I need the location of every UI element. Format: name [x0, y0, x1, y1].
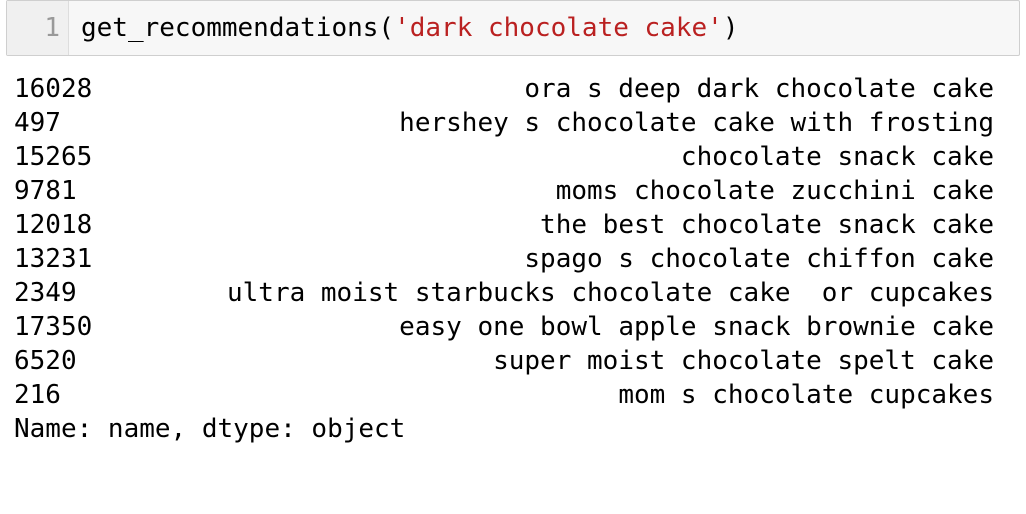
cell-output: 16028 ora s deep dark chocolate cake 497… [14, 72, 994, 446]
row-value: moms chocolate zucchini cake [555, 176, 994, 206]
series-row: 12018 the best chocolate snack cake [14, 208, 994, 242]
code-input-cell[interactable]: 1 get_recommendations('dark chocolate ca… [6, 0, 1020, 56]
line-number: 1 [44, 13, 60, 43]
row-value: mom s chocolate cupcakes [618, 380, 994, 410]
series-row: 17350 easy one bowl apple snack brownie … [14, 310, 994, 344]
row-value: easy one bowl apple snack brownie cake [399, 312, 994, 342]
code-close-paren: ) [722, 13, 739, 43]
series-row: 2349 ultra moist starbucks chocolate cak… [14, 276, 994, 310]
series-row: 497 hershey s chocolate cake with frosti… [14, 106, 994, 140]
row-index: 12018 [14, 210, 93, 240]
code-string-literal: 'dark chocolate cake' [394, 13, 723, 43]
series-row: 9781 moms chocolate zucchini cake [14, 174, 994, 208]
series-row: 15265 chocolate snack cake [14, 140, 994, 174]
row-index: 2349 [14, 278, 77, 308]
row-index: 16028 [14, 74, 93, 104]
series-row: 216 mom s chocolate cupcakes [14, 378, 994, 412]
row-value: hershey s chocolate cake with frosting [399, 108, 994, 138]
line-number-gutter: 1 [7, 1, 69, 55]
code-function-call: get_recommendations( [81, 13, 395, 43]
series-row: 16028 ora s deep dark chocolate cake [14, 72, 994, 106]
code-line[interactable]: get_recommendations('dark chocolate cake… [81, 13, 738, 43]
row-value: super moist chocolate spelt cake [493, 346, 994, 376]
row-index: 13231 [14, 244, 93, 274]
series-row: 6520 super moist chocolate spelt cake [14, 344, 994, 378]
series-dtype-footer: Name: name, dtype: object [14, 414, 406, 444]
row-index: 9781 [14, 176, 77, 206]
series-row: 13231 spago s chocolate chiffon cake [14, 242, 994, 276]
row-index: 17350 [14, 312, 93, 342]
row-index: 15265 [14, 142, 93, 172]
row-value: ultra moist starbucks chocolate cake or … [226, 278, 994, 308]
row-index: 497 [14, 108, 61, 138]
row-index: 6520 [14, 346, 77, 376]
row-value: chocolate snack cake [680, 142, 994, 172]
row-value: spago s chocolate chiffon cake [524, 244, 994, 274]
row-index: 216 [14, 380, 61, 410]
row-value: ora s deep dark chocolate cake [524, 74, 994, 104]
row-value: the best chocolate snack cake [540, 210, 994, 240]
